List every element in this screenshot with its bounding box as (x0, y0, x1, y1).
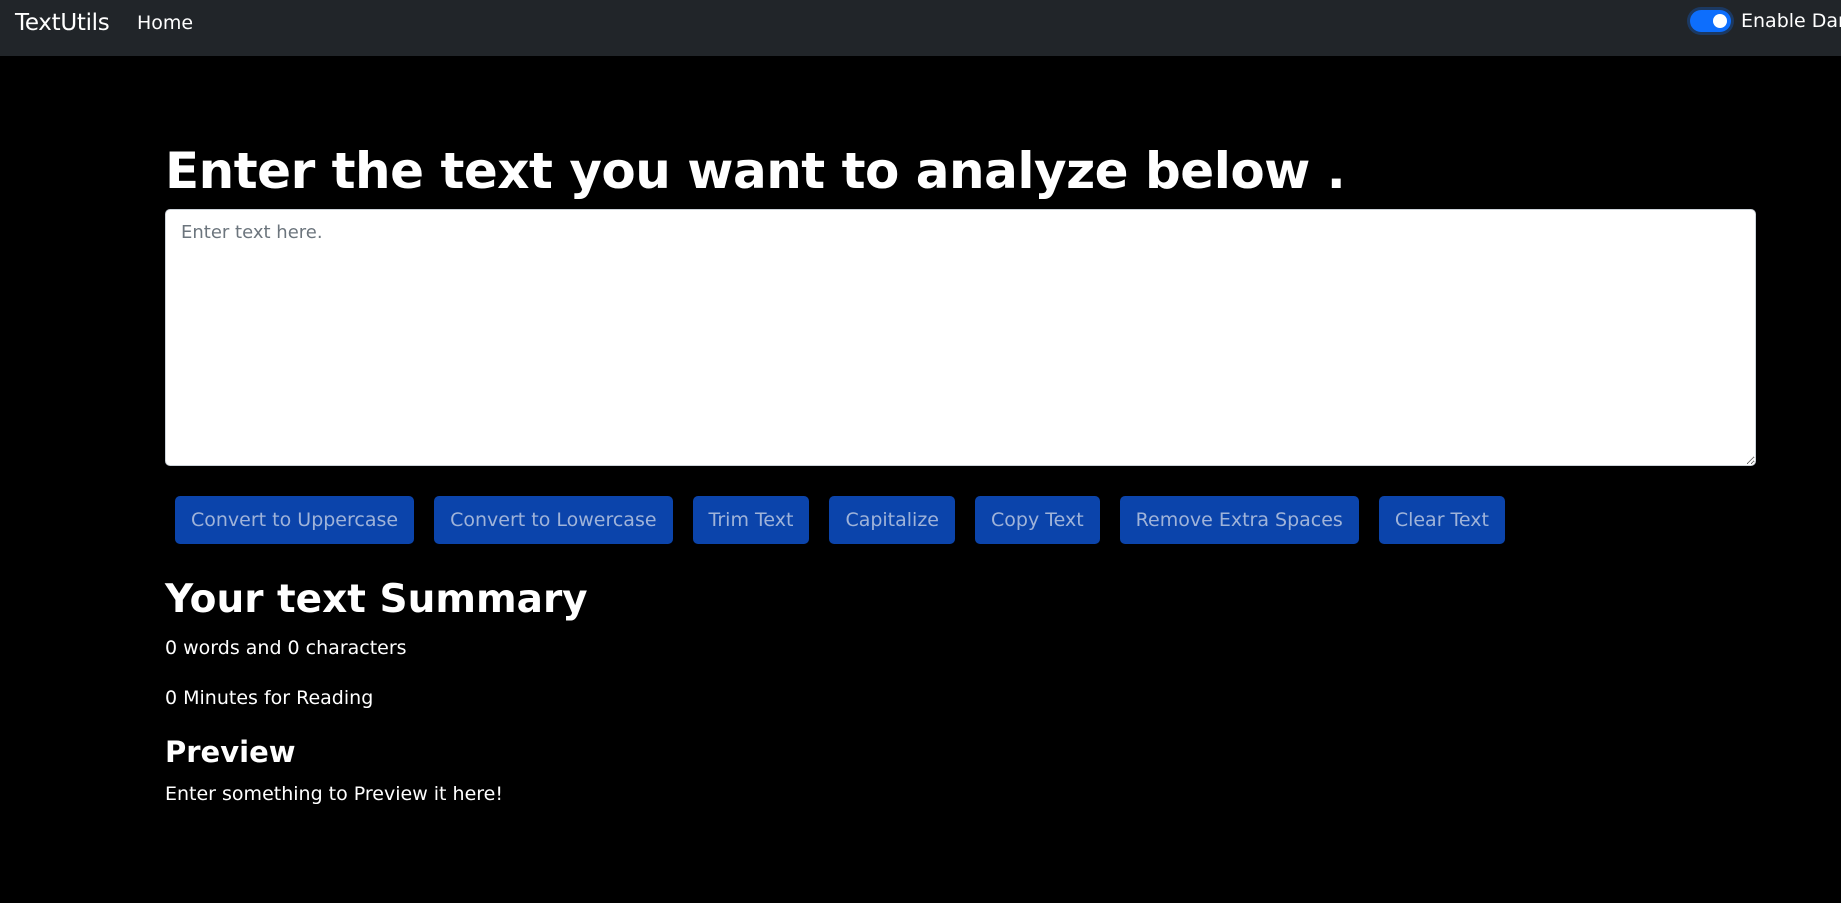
dark-mode-label[interactable]: Enable Dark (1741, 9, 1841, 33)
remove-extra-spaces-button[interactable]: Remove Extra Spaces (1119, 496, 1359, 544)
copy-text-button[interactable]: Copy Text (975, 496, 1100, 544)
dark-mode-switch[interactable] (1690, 10, 1731, 32)
brand-logo[interactable]: TextUtils (15, 8, 110, 38)
navbar: TextUtils Home Enable Dark (0, 0, 1841, 56)
word-char-count: 0 words and 0 characters (165, 637, 407, 659)
trim-text-button[interactable]: Trim Text (692, 496, 810, 544)
page-heading: Enter the text you want to analyze below… (165, 142, 1346, 200)
preview-title: Preview (165, 735, 296, 769)
preview-text: Enter something to Preview it here! (165, 783, 503, 805)
nav-link-home[interactable]: Home (137, 11, 193, 35)
capitalize-button[interactable]: Capitalize (829, 496, 955, 544)
convert-uppercase-button[interactable]: Convert to Uppercase (175, 496, 415, 544)
text-input-area[interactable] (165, 209, 1756, 466)
dark-mode-toggle[interactable]: Enable Dark (1690, 9, 1841, 33)
clear-text-button[interactable]: Clear Text (1378, 496, 1505, 544)
summary-title: Your text Summary (165, 577, 588, 622)
action-buttons: Convert to Uppercase Convert to Lowercas… (175, 496, 1505, 544)
reading-time: 0 Minutes for Reading (165, 687, 374, 709)
convert-lowercase-button[interactable]: Convert to Lowercase (434, 496, 673, 544)
switch-knob (1713, 14, 1727, 28)
